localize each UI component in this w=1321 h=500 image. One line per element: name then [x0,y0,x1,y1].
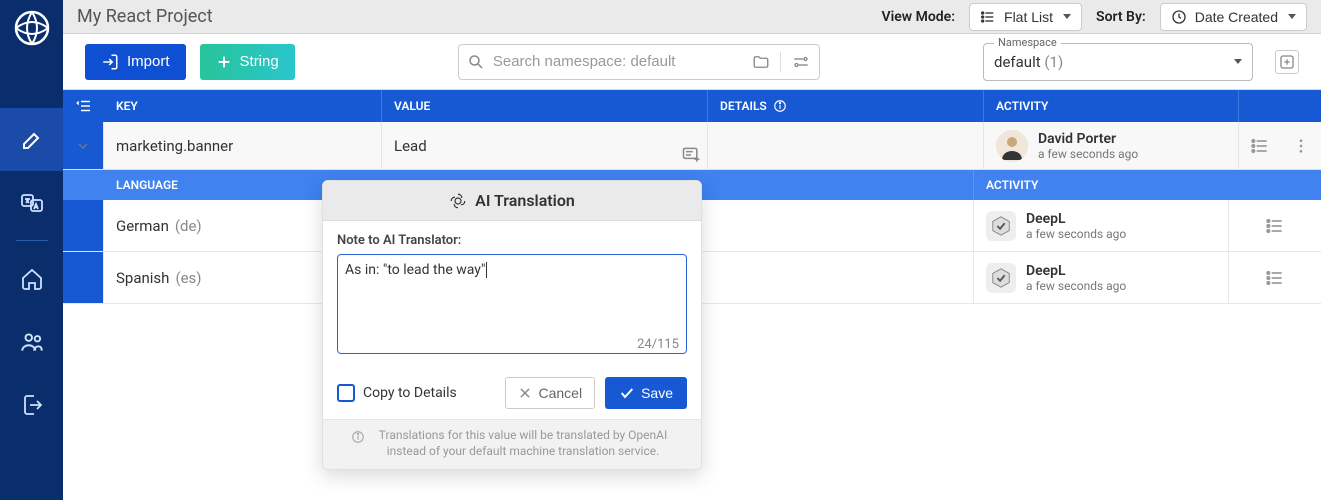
view-mode-dropdown[interactable]: Flat List [969,3,1082,31]
add-namespace-button[interactable] [1275,50,1299,74]
save-button[interactable]: Save [605,377,687,409]
column-value[interactable]: VALUE [382,90,708,122]
close-icon [518,386,532,400]
project-title: My React Project [77,6,868,27]
search-input-wrap[interactable] [458,44,820,80]
search-icon [467,53,485,71]
search-input[interactable] [493,53,744,70]
nav-users-icon[interactable] [0,310,63,373]
chevron-down-icon [1234,59,1242,64]
language-code: (de) [175,217,202,235]
column-key[interactable]: KEY [104,90,382,122]
activity-time: a few seconds ago [1038,147,1138,161]
popover-header: AI Translation [323,181,701,221]
grid-header: KEY VALUE DETAILS ACTIVITY [63,90,1321,122]
column-activity[interactable]: ACTIVITY [984,90,1239,122]
popover-footer: Translations for this value will be tran… [323,419,701,469]
info-icon [351,430,365,444]
view-mode-label: View Mode: [882,9,955,25]
list-icon [980,9,996,25]
avatar [996,130,1028,162]
clock-icon [1171,9,1187,25]
logo-icon [12,8,52,48]
activity-name: DeepL [1026,211,1126,227]
namespace-value: default [994,53,1041,71]
filter-icon[interactable] [791,53,811,71]
checkbox-icon[interactable] [337,384,355,402]
language-code: (es) [175,269,201,287]
chevron-down-icon [75,138,91,154]
expand-column-header-icon[interactable] [63,90,104,122]
list-toggle-icon[interactable] [1229,252,1321,303]
chevron-down-icon [1288,14,1296,19]
deepl-icon [986,263,1016,293]
column-activity-sub[interactable]: ACTIVITY [974,170,1321,200]
activity-name: DeepL [1026,263,1126,279]
language-name: Spanish [116,269,169,287]
popover-title: AI Translation [475,191,575,210]
activity-cell: DeepL a few seconds ago [974,200,1229,251]
sort-by-dropdown[interactable]: Date Created [1160,3,1307,31]
toolbar: Import String Namespace default (1) [63,34,1321,90]
nav-translate-icon[interactable] [0,171,63,234]
import-icon [101,53,119,71]
sort-by-value: Date Created [1195,9,1278,25]
activity-cell: David Porter a few seconds ago [984,122,1239,169]
namespace-dropdown[interactable]: Namespace default (1) [983,43,1253,81]
message-add-icon[interactable] [681,145,701,165]
note-textarea[interactable] [337,254,687,354]
namespace-label: Namespace [994,36,1061,49]
char-count: 24/115 [637,337,679,352]
check-icon [619,385,635,401]
language-name: German [116,217,169,235]
plus-icon [216,54,232,70]
chevron-down-icon [1063,14,1071,19]
activity-cell: DeepL a few seconds ago [974,252,1229,303]
list-toggle-icon[interactable] [1229,200,1321,251]
add-string-button[interactable]: String [200,44,295,80]
deepl-icon [986,211,1016,241]
cancel-button[interactable]: Cancel [505,377,595,409]
nav-export-icon[interactable] [0,373,63,436]
string-label: String [240,53,279,70]
nav-home-icon[interactable] [0,247,63,310]
table-row[interactable]: marketing.banner Lead David Porter a few… [63,122,1321,170]
openai-icon [449,192,467,210]
details-cell [708,122,984,169]
nav-edit-icon[interactable] [0,108,63,171]
value-cell[interactable]: Lead [382,122,708,169]
ai-translation-popover: AI Translation Note to AI Translator: As… [322,180,702,470]
view-mode-value: Flat List [1004,9,1053,25]
activity-time: a few seconds ago [1026,227,1126,241]
global-sidebar [0,0,63,500]
sort-by-label: Sort By: [1096,9,1146,25]
more-menu-icon[interactable] [1292,137,1310,155]
info-icon [773,99,787,113]
note-label: Note to AI Translator: [337,233,687,248]
folder-icon[interactable] [752,53,770,71]
activity-time: a few seconds ago [1026,279,1126,293]
import-button[interactable]: Import [85,44,186,80]
list-toggle-icon[interactable] [1250,136,1270,156]
key-cell: marketing.banner [104,122,382,169]
activity-name: David Porter [1038,131,1138,147]
column-details[interactable]: DETAILS [708,90,984,122]
title-bar: My React Project View Mode: Flat List So… [63,0,1321,34]
row-collapse-toggle[interactable] [63,122,104,169]
namespace-count: (1) [1044,53,1063,71]
import-label: Import [127,53,170,70]
copy-to-details-checkbox[interactable]: Copy to Details [337,384,495,402]
